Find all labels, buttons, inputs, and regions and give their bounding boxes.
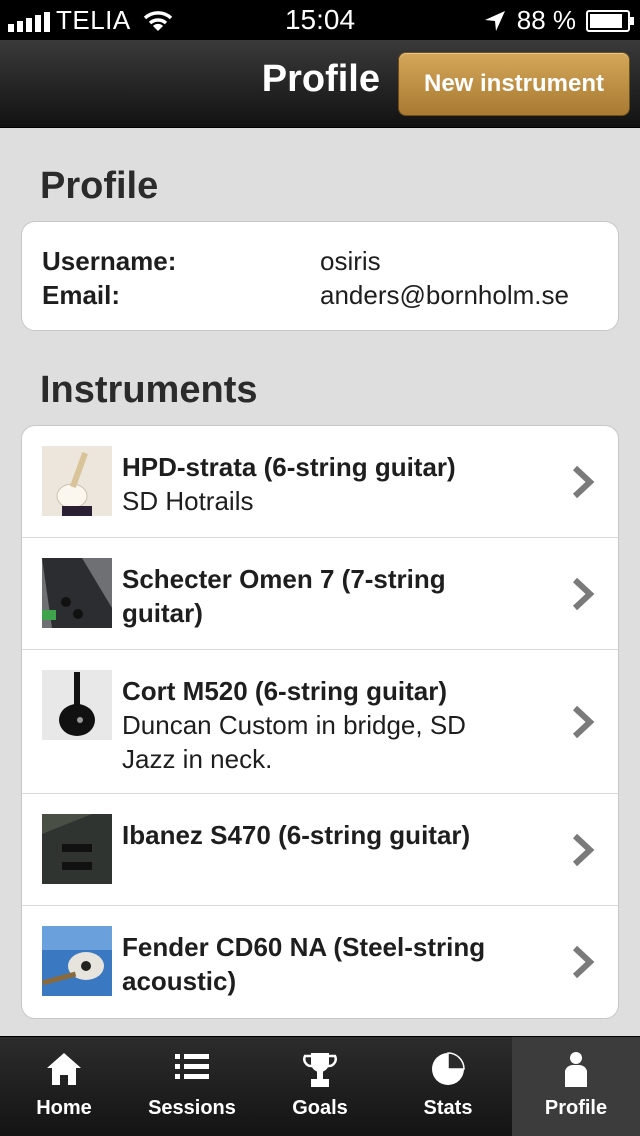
tab-label: Home xyxy=(36,1097,92,1119)
status-bar: TELIA 15:04 88 % xyxy=(0,0,640,40)
home-icon xyxy=(47,1053,81,1085)
pie-chart-icon xyxy=(432,1052,465,1085)
chevron-right-icon xyxy=(572,945,595,979)
tab-label: Stats xyxy=(423,1097,473,1119)
instruments-list: HPD-strata (6-string guitar) SD Hotrails… xyxy=(21,425,619,1019)
instrument-name: Schecter Omen 7 (7-string guitar) xyxy=(122,564,446,628)
instrument-row[interactable]: Schecter Omen 7 (7-string guitar) xyxy=(22,538,618,650)
tab-bar: Home Sessions Goals Stats Profile xyxy=(0,1036,640,1136)
instrument-name: Fender CD60 NA (Steel-string acoustic) xyxy=(122,932,486,996)
page-title: Profile xyxy=(261,58,380,100)
instruments-section-title: Instruments xyxy=(40,369,258,411)
battery-percent: 88 % xyxy=(516,5,576,35)
tab-home[interactable]: Home xyxy=(0,1037,128,1136)
instrument-row[interactable]: Fender CD60 NA (Steel-string acoustic) xyxy=(22,906,618,1018)
username-value: osiris xyxy=(320,246,381,276)
tab-label: Sessions xyxy=(148,1097,236,1119)
chevron-right-icon xyxy=(572,465,595,499)
tab-label: Profile xyxy=(544,1097,608,1119)
instrument-thumbnail xyxy=(42,814,112,884)
location-arrow-icon xyxy=(484,10,505,31)
new-instrument-button[interactable]: New instrument xyxy=(398,52,630,116)
instrument-thumbnail xyxy=(42,558,112,628)
instrument-thumbnail xyxy=(42,926,112,996)
battery-icon xyxy=(586,9,634,32)
instrument-row[interactable]: Ibanez S470 (6-string guitar) xyxy=(22,794,618,906)
trophy-icon xyxy=(303,1053,337,1087)
tab-profile[interactable]: Profile xyxy=(512,1037,640,1136)
tab-goals[interactable]: Goals xyxy=(256,1037,384,1136)
main-content[interactable]: Profile Username: osiris Email: anders@b… xyxy=(0,129,640,1036)
navigation-bar: Profile New instrument xyxy=(0,40,640,128)
person-icon xyxy=(565,1052,587,1087)
instrument-detail: SD Hotrails xyxy=(122,486,254,516)
profile-section-title: Profile xyxy=(40,165,159,207)
chevron-right-icon xyxy=(572,577,595,611)
list-icon xyxy=(175,1054,209,1079)
instrument-thumbnail xyxy=(42,670,112,740)
email-label: Email: xyxy=(42,280,121,310)
email-value: anders@bornholm.se xyxy=(320,280,569,310)
chevron-right-icon xyxy=(572,833,595,867)
instrument-row[interactable]: HPD-strata (6-string guitar) SD Hotrails xyxy=(22,426,618,538)
profile-card: Username: osiris Email: anders@bornholm.… xyxy=(21,221,619,331)
username-label: Username: xyxy=(42,246,177,276)
instrument-row[interactable]: Cort M520 (6-string guitar) Duncan Custo… xyxy=(22,650,618,794)
instrument-thumbnail xyxy=(42,446,112,516)
tab-sessions[interactable]: Sessions xyxy=(128,1037,256,1136)
instrument-name: Ibanez S470 (6-string guitar) xyxy=(122,820,471,850)
instrument-name: Cort M520 (6-string guitar) xyxy=(122,676,448,706)
instrument-name: HPD-strata (6-string guitar) xyxy=(122,452,456,482)
tab-stats[interactable]: Stats xyxy=(384,1037,512,1136)
tab-label: Goals xyxy=(292,1097,348,1119)
chevron-right-icon xyxy=(572,705,595,739)
instrument-detail: Duncan Custom in bridge, SD Jazz in neck… xyxy=(122,710,466,774)
